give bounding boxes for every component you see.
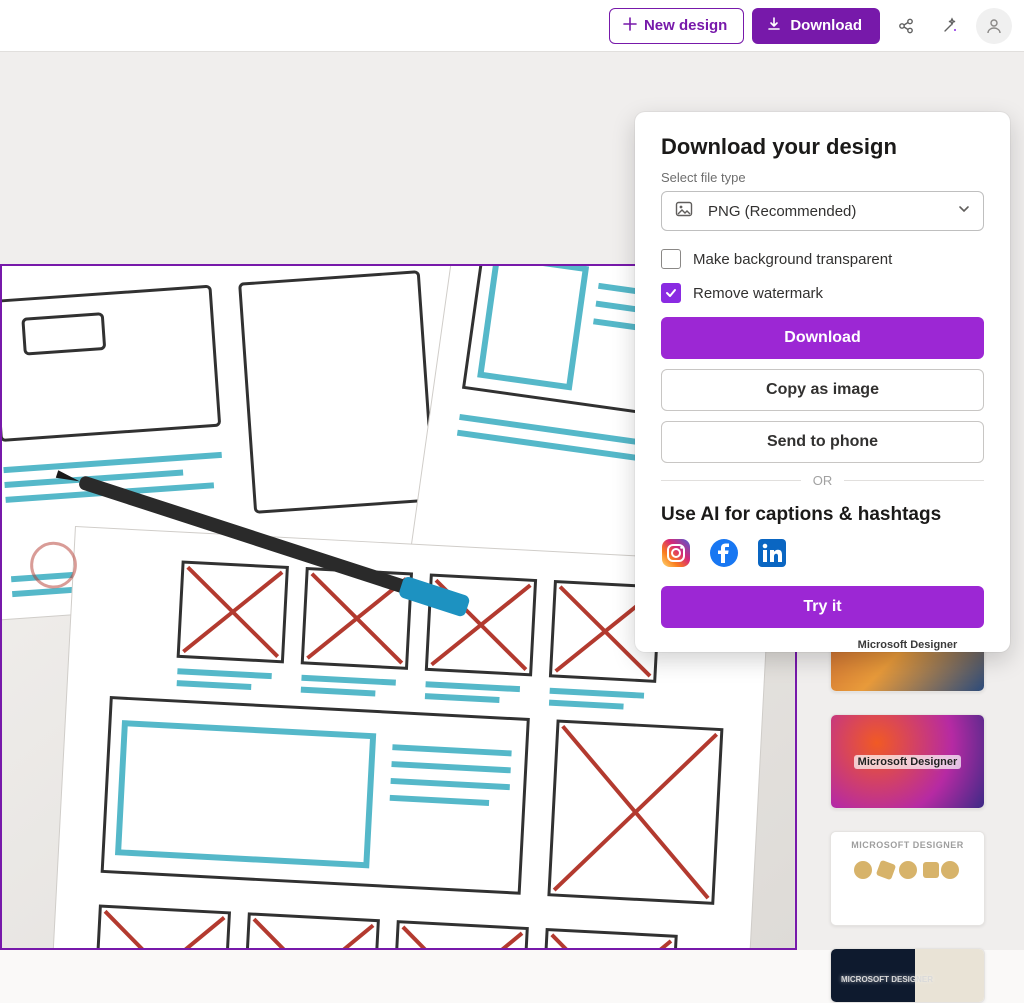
thumbnail-label: MICROSOFT DESIGNER — [851, 840, 964, 850]
template-thumbnail[interactable]: MICROSOFT DESIGNER — [830, 831, 985, 926]
download-panel: Download your design Select file type PN… — [635, 112, 1010, 652]
remove-watermark-label: Remove watermark — [693, 285, 823, 302]
remove-watermark-checkbox[interactable]: Remove watermark — [661, 283, 984, 303]
panel-download-button[interactable]: Download — [661, 317, 984, 359]
template-thumbnail[interactable]: MICROSOFT DESIGNER — [830, 948, 985, 1003]
magic-wand-icon — [940, 16, 960, 36]
try-it-button[interactable]: Try it — [661, 586, 984, 628]
plus-icon — [622, 16, 638, 36]
person-icon — [985, 17, 1003, 35]
copy-as-image-button[interactable]: Copy as image — [661, 369, 984, 411]
send-to-phone-button[interactable]: Send to phone — [661, 421, 984, 463]
transparent-bg-label: Make background transparent — [693, 251, 892, 268]
template-thumbnails: Microsoft Designer Microsoft Designer MI… — [830, 597, 992, 1003]
account-button[interactable] — [976, 8, 1012, 44]
panel-title: Download your design — [661, 134, 984, 160]
thumbnail-label: Microsoft Designer — [858, 639, 958, 651]
file-type-value: PNG (Recommended) — [708, 203, 943, 220]
thumbnail-label: MICROSOFT DESIGNER — [841, 975, 933, 984]
new-design-button[interactable]: New design — [609, 8, 744, 44]
share-icon-button[interactable] — [888, 8, 924, 44]
chevron-down-icon — [957, 202, 971, 221]
file-type-label: Select file type — [661, 170, 984, 185]
magic-icon-button[interactable] — [932, 8, 968, 44]
divider-label: OR — [813, 473, 833, 488]
top-toolbar: New design Download — [0, 0, 1024, 52]
social-icons-row — [661, 538, 984, 568]
transparent-bg-checkbox[interactable]: Make background transparent — [661, 249, 984, 269]
checkbox-unchecked-icon — [661, 249, 681, 269]
thumbnail-label: Microsoft Designer — [854, 755, 962, 769]
share-icon — [896, 16, 916, 36]
download-label: Download — [790, 17, 862, 34]
checkbox-checked-icon — [661, 283, 681, 303]
workspace: Microsoft Designer Microsoft Designer MI… — [0, 52, 1024, 950]
new-design-label: New design — [644, 17, 727, 34]
file-type-select[interactable]: PNG (Recommended) — [661, 191, 984, 231]
linkedin-icon[interactable] — [757, 538, 787, 568]
facebook-icon[interactable] — [709, 538, 739, 568]
image-icon — [674, 199, 694, 224]
or-divider: OR — [661, 473, 984, 488]
instagram-icon[interactable] — [661, 538, 691, 568]
download-icon — [766, 16, 782, 36]
ai-captions-title: Use AI for captions & hashtags — [661, 504, 984, 526]
download-button[interactable]: Download — [752, 8, 880, 44]
template-thumbnail[interactable]: Microsoft Designer — [830, 714, 985, 809]
